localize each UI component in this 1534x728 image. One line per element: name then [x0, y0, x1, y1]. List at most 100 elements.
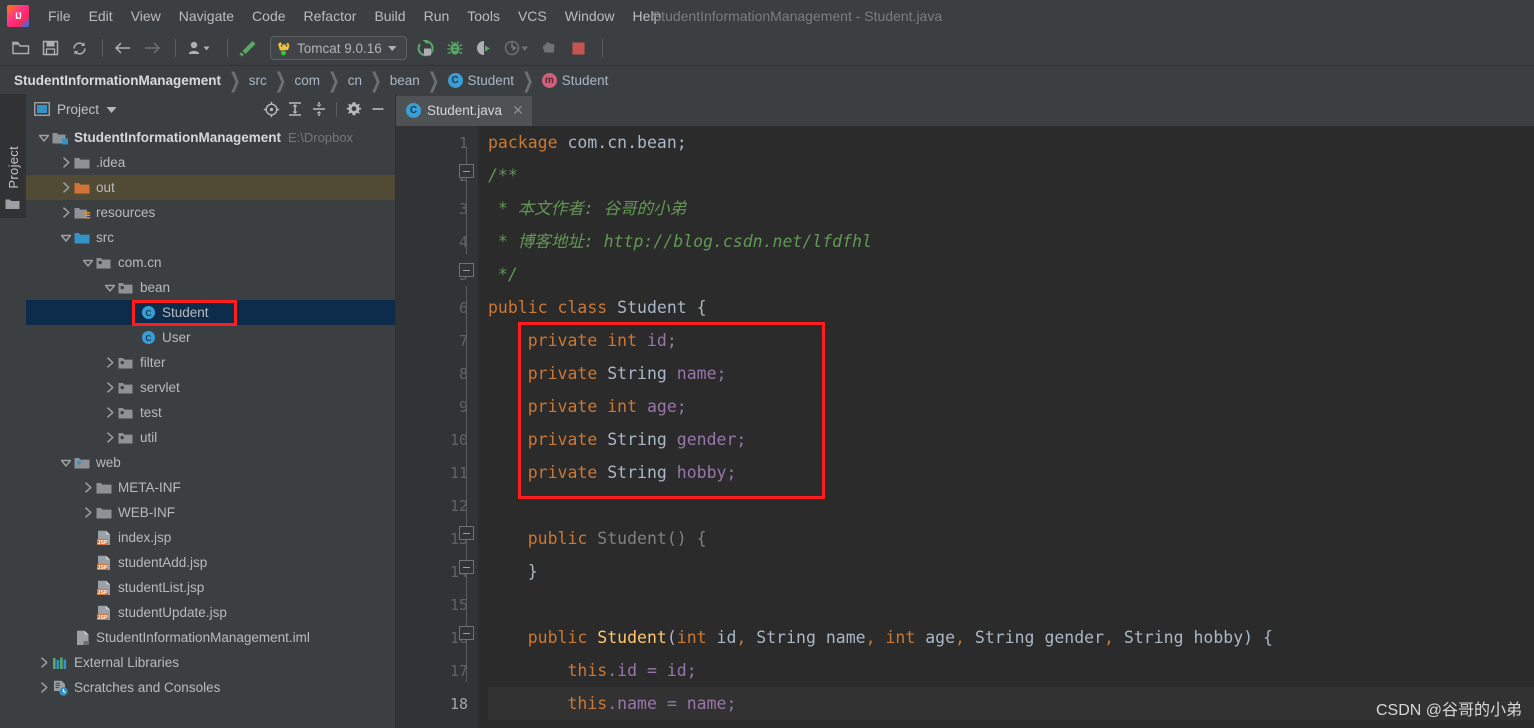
- tree-row-scratches-and-consoles[interactable]: Scratches and Consoles: [26, 675, 395, 700]
- tree-row-web-inf[interactable]: WEB-INF: [26, 500, 395, 525]
- fold-marker-ctor-end[interactable]: [459, 560, 474, 574]
- save-all-icon[interactable]: [37, 35, 63, 61]
- collapse-all-icon[interactable]: [308, 98, 330, 120]
- build-hammer-icon[interactable]: [235, 35, 261, 61]
- tree-row-label: out: [96, 180, 115, 195]
- settings-gear-icon[interactable]: [343, 98, 365, 120]
- menu-edit[interactable]: Edit: [80, 5, 122, 27]
- tree-row-util[interactable]: util: [26, 425, 395, 450]
- tree-row--idea[interactable]: .idea: [26, 150, 395, 175]
- chevron-down-icon[interactable]: [58, 455, 74, 471]
- close-icon[interactable]: ✕: [512, 102, 524, 119]
- fold-marker-collapse-comment[interactable]: [459, 164, 474, 178]
- tree-row-bean[interactable]: bean: [26, 275, 395, 300]
- tree-row-user[interactable]: C User: [26, 325, 395, 350]
- tree-row-servlet[interactable]: servlet: [26, 375, 395, 400]
- tree-row-web[interactable]: web: [26, 450, 395, 475]
- chevron-right-icon[interactable]: [102, 405, 118, 421]
- tree-row-test[interactable]: test: [26, 400, 395, 425]
- update-application-icon[interactable]: [537, 35, 563, 61]
- fold-marker-end-comment[interactable]: [459, 263, 474, 277]
- menu-file[interactable]: File: [39, 5, 80, 27]
- tree-row-index-jsp[interactable]: JSP index.jsp: [26, 525, 395, 550]
- tree-row-studentupdate-jsp[interactable]: JSP studentUpdate.jsp: [26, 600, 395, 625]
- hide-panel-icon[interactable]: [367, 98, 389, 120]
- code-line-7: private int id;: [488, 324, 1534, 357]
- run-icon[interactable]: [413, 35, 439, 61]
- chevron-right-icon[interactable]: [36, 680, 52, 696]
- tree-row-studentadd-jsp[interactable]: JSP studentAdd.jsp: [26, 550, 395, 575]
- menu-refactor[interactable]: Refactor: [295, 5, 366, 27]
- libraries-icon: [52, 655, 69, 671]
- tree-row-external-libraries[interactable]: External Libraries: [26, 650, 395, 675]
- tree-row-src[interactable]: src: [26, 225, 395, 250]
- tree-row-com-cn[interactable]: com.cn: [26, 250, 395, 275]
- chevron-right-icon[interactable]: [58, 180, 74, 196]
- chevron-right-icon[interactable]: [58, 155, 74, 171]
- run-with-coverage-icon[interactable]: [471, 35, 497, 61]
- breadcrumb-item-bean[interactable]: bean: [390, 73, 420, 88]
- tree-row-out[interactable]: out: [26, 175, 395, 200]
- tree-row-filter[interactable]: filter: [26, 350, 395, 375]
- chevron-right-icon[interactable]: [80, 480, 96, 496]
- run-configuration-selector[interactable]: Tomcat 9.0.16: [270, 36, 407, 60]
- tree-row-studentinformationmanagement-iml[interactable]: StudentInformationManagement.iml: [26, 625, 395, 650]
- fold-marker-ctor-start[interactable]: [459, 526, 474, 540]
- chevron-down-icon[interactable]: [58, 230, 74, 246]
- profile-dropdown-icon[interactable]: [183, 35, 217, 61]
- tree-row-studentlist-jsp[interactable]: JSP studentList.jsp: [26, 575, 395, 600]
- chevron-down-icon[interactable]: [102, 280, 118, 296]
- breadcrumb-item-class[interactable]: C Student: [447, 72, 514, 88]
- editor-gutter[interactable]: 123456789101112131415161718: [396, 126, 478, 728]
- editor-tabs: C Student.java ✕: [396, 94, 1534, 126]
- expand-all-icon[interactable]: [284, 98, 306, 120]
- code-line-6: public class Student {: [488, 291, 1534, 324]
- forward-arrow-icon[interactable]: [139, 35, 165, 61]
- menu-tools[interactable]: Tools: [458, 5, 509, 27]
- menu-build[interactable]: Build: [365, 5, 414, 27]
- chevron-right-icon[interactable]: [36, 655, 52, 671]
- tab-student-java[interactable]: C Student.java ✕: [396, 96, 532, 126]
- breadcrumb-item-method[interactable]: m Student: [541, 72, 608, 88]
- fold-column[interactable]: [456, 126, 478, 728]
- tree-row-resources[interactable]: resources: [26, 200, 395, 225]
- stop-icon[interactable]: [566, 35, 592, 61]
- chevron-right-icon[interactable]: [102, 355, 118, 371]
- code-editor[interactable]: 123456789101112131415161718 package com.…: [396, 126, 1534, 728]
- menu-view[interactable]: View: [122, 5, 170, 27]
- code-text[interactable]: package com.cn.bean; /** * 本文作者: 谷哥的小弟 *…: [478, 126, 1534, 728]
- back-arrow-icon[interactable]: [110, 35, 136, 61]
- breadcrumb-item-com[interactable]: com: [294, 73, 320, 88]
- open-icon[interactable]: [8, 35, 34, 61]
- fold-marker-ctor2-start[interactable]: [459, 626, 474, 640]
- chevron-right-icon[interactable]: [102, 430, 118, 446]
- menu-code[interactable]: Code: [243, 5, 294, 27]
- chevron-right-icon[interactable]: [80, 505, 96, 521]
- debug-bug-icon[interactable]: [442, 35, 468, 61]
- breadcrumb-separator: ❯: [229, 67, 241, 92]
- tree-row-meta-inf[interactable]: META-INF: [26, 475, 395, 500]
- menu-window[interactable]: Window: [556, 5, 624, 27]
- project-tree[interactable]: StudentInformationManagement E:\Dropbox .i…: [26, 124, 395, 728]
- tree-row-student[interactable]: C Student: [26, 300, 395, 325]
- tool-window-tab-project[interactable]: Project: [0, 94, 26, 218]
- breadcrumb-item-src[interactable]: src: [249, 73, 267, 88]
- chevron-down-icon[interactable]: [36, 130, 52, 146]
- menu-run[interactable]: Run: [415, 5, 459, 27]
- sync-icon[interactable]: [66, 35, 92, 61]
- chevron-down-icon[interactable]: [105, 105, 118, 114]
- svg-text:JSP: JSP: [97, 615, 108, 621]
- tree-row-studentinformationmanagement[interactable]: StudentInformationManagement E:\Dropbox: [26, 125, 395, 150]
- chevron-down-icon[interactable]: [80, 255, 96, 271]
- profiler-dropdown-icon[interactable]: [500, 35, 534, 61]
- menu-help[interactable]: Help: [624, 5, 671, 27]
- breadcrumb-item-cn[interactable]: cn: [348, 73, 362, 88]
- chevron-right-icon[interactable]: [58, 205, 74, 221]
- locate-icon[interactable]: [260, 98, 282, 120]
- chevron-right-icon[interactable]: [102, 380, 118, 396]
- jsp-icon: JSP: [96, 530, 113, 546]
- breadcrumb-item-project[interactable]: StudentInformationManagement: [14, 73, 221, 88]
- comment-blog-url[interactable]: http://blog.csdn.net/lfdfhl: [604, 232, 872, 251]
- menu-navigate[interactable]: Navigate: [170, 5, 243, 27]
- menu-vcs[interactable]: VCS: [509, 5, 556, 27]
